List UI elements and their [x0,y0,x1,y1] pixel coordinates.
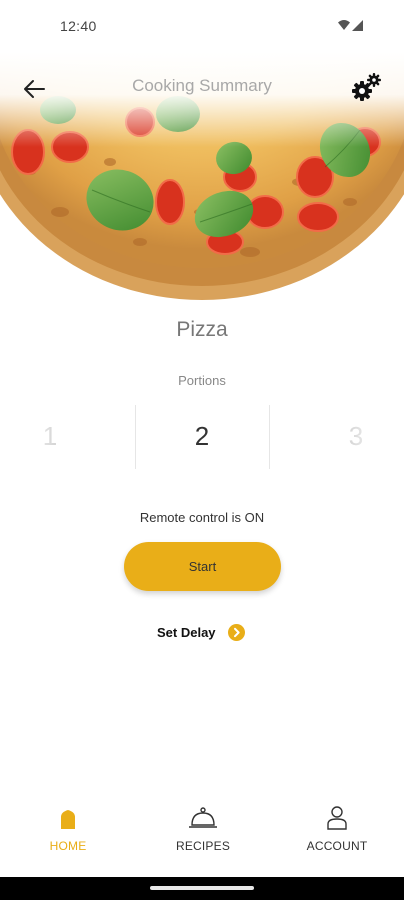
recipe-hero: Cooking Summary [0,52,404,304]
recipe-name: Pizza [176,318,228,341]
wifi-icon [338,20,350,30]
status-bar: 12:40 [0,0,404,52]
status-icons [338,20,363,31]
portion-picker[interactable]: 1 2 3 [0,405,404,469]
nav-item-home[interactable]: HOME [18,805,118,857]
home-gesture-handle[interactable] [150,886,254,890]
nav-item-recipes[interactable]: RECIPES [153,805,253,857]
nav-item-label: ACCOUNT [306,839,368,853]
nav-item-label: RECIPES [175,839,231,853]
picker-divider [269,405,270,469]
person-icon [327,806,347,830]
home-icon [61,810,75,829]
chevron-right-circle-icon [227,623,245,641]
start-button[interactable]: Start [124,542,281,591]
picker-divider [135,405,136,469]
cloche-icon [189,807,217,828]
set-delay-label: Set Delay [157,624,216,640]
hero-fade [0,52,404,147]
picker-fade-right [344,405,404,469]
portion-option-selected[interactable]: 2 [182,421,222,452]
picker-fade-left [0,405,60,469]
bottom-nav: HOME RECIPES ACCOUNT [0,795,404,865]
status-time: 12:40 [60,18,97,34]
remote-control-status: Remote control is ON [139,510,265,525]
page-title: Cooking Summary [132,76,272,95]
gears-icon[interactable] [352,72,382,102]
nav-item-account[interactable]: ACCOUNT [287,805,387,857]
set-delay-button[interactable]: Set Delay [157,622,245,642]
cellular-signal-icon [352,20,363,31]
system-nav-bar [0,877,404,900]
nav-item-label: HOME [49,839,87,853]
portions-label: Portions [178,373,226,388]
